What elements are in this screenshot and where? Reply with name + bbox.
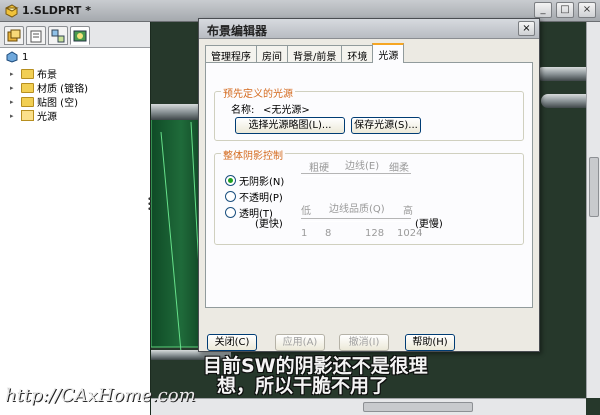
light-name-value: <无光源> — [263, 105, 310, 116]
edge-soft-label: 细柔 — [389, 163, 409, 174]
watermark: http://CAxHome.com — [5, 385, 196, 406]
help-button[interactable]: 帮助(H) — [405, 334, 455, 351]
tree-root-label: 1 — [22, 51, 29, 63]
edge-quality-slider[interactable] — [301, 218, 411, 222]
faster-label: (更快) — [255, 219, 283, 230]
feature-manager-tabs — [0, 22, 150, 48]
quality-tick-1024: 1024 — [397, 228, 423, 239]
dialog-tabs: 管理程序 房间 背景/前景 环境 光源 — [205, 43, 405, 63]
dialog-title: 布景编辑器 — [207, 24, 268, 38]
display-manager-icon — [73, 30, 87, 42]
horizontal-scroll-thumb[interactable] — [363, 402, 473, 412]
dialog-close-button[interactable]: × — [518, 21, 535, 36]
radio-opaque[interactable]: 不透明(P) — [225, 189, 283, 204]
folder-icon — [21, 96, 34, 107]
folder-icon — [21, 82, 34, 93]
tab-lights[interactable]: 光源 — [372, 43, 405, 63]
save-light-button[interactable]: 保存光源(S)... — [351, 117, 421, 134]
predefined-lights-group: 预先定义的光源 名称: <无光源> 选择光源略图(L)... 保存光源(S)..… — [214, 85, 524, 141]
edge-quality-label: 边线品质(Q) — [329, 204, 385, 215]
edge-hard-label: 粗硬 — [309, 163, 329, 174]
horizontal-scrollbar[interactable] — [151, 398, 586, 415]
tree-item-material[interactable]: ▸ 材质 (镀铬) — [10, 80, 88, 95]
expand-icon[interactable]: ▸ — [10, 84, 18, 92]
tree-item-scene[interactable]: ▸ 布景 — [10, 66, 57, 81]
part-icon — [6, 51, 18, 63]
radio-no-shadow[interactable]: 无阴影(N) — [225, 173, 284, 188]
property-manager-tab[interactable] — [26, 26, 46, 45]
expand-icon[interactable]: ▸ — [10, 112, 18, 120]
undo-button[interactable]: 撤消(I) — [339, 334, 389, 351]
tree-item-lights[interactable]: ▸ 光源 — [10, 108, 57, 123]
quality-high-label: 高 — [403, 206, 413, 217]
predefined-lights-label: 预先定义的光源 — [221, 85, 295, 100]
folder-icon — [21, 68, 34, 79]
display-manager-tab[interactable] — [70, 26, 90, 45]
radio-dot — [225, 175, 236, 186]
expand-icon[interactable]: ▸ — [10, 70, 18, 78]
tab-room[interactable]: 房间 — [256, 45, 288, 63]
scene-editor-dialog: 布景编辑器 × 管理程序 房间 背景/前景 环境 光源 预先定义的光源 名称: … — [198, 18, 540, 352]
quality-tick-1: 1 — [301, 228, 308, 239]
radio-dot — [225, 207, 236, 218]
maximize-button[interactable]: □ — [556, 2, 574, 18]
configuration-manager-icon — [51, 29, 65, 43]
tree-item-label: 贴图 (空) — [37, 98, 78, 109]
dialog-titlebar: 布景编辑器 × — [199, 19, 539, 39]
minimize-button[interactable]: _ — [534, 2, 552, 18]
feature-tree: 1 ▸ 布景 ▸ 材质 (镀铬) ▸ 贴图 (空) ▸ 光源 — [0, 48, 150, 415]
edge-label: 边线(E) — [345, 161, 380, 172]
tab-manager[interactable]: 管理程序 — [205, 45, 257, 63]
tab-environment[interactable]: 环境 — [341, 45, 374, 63]
light-icon — [21, 110, 34, 121]
lights-tab-panel: 预先定义的光源 名称: <无光源> 选择光源略图(L)... 保存光源(S)..… — [205, 62, 533, 308]
solidworks-part-icon — [5, 4, 19, 18]
select-light-thumbnail-button[interactable]: 选择光源略图(L)... — [235, 117, 345, 134]
quality-low-label: 低 — [301, 206, 311, 217]
feature-tree-icon — [7, 29, 21, 42]
global-shadow-group: 整体阴影控制 粗硬 边线(E) 细柔 无阴影(N) 不透明(P) 透明(T) 低… — [214, 147, 524, 245]
light-name-label: 名称: — [231, 105, 255, 116]
feature-manager-pane: 1 ▸ 布景 ▸ 材质 (镀铬) ▸ 贴图 (空) ▸ 光源 — [0, 22, 150, 415]
tab-background[interactable]: 背景/前景 — [287, 45, 343, 63]
tree-item-label: 布景 — [37, 70, 57, 81]
expand-icon[interactable]: ▸ — [10, 98, 18, 106]
close-button[interactable]: 关闭(C) — [207, 334, 257, 351]
quality-tick-8: 8 — [325, 228, 332, 239]
close-window-button[interactable]: × — [578, 2, 596, 18]
tree-item-label: 光源 — [37, 112, 57, 123]
vertical-scroll-thumb[interactable] — [589, 157, 599, 217]
configuration-manager-tab[interactable] — [48, 26, 68, 45]
property-manager-icon — [30, 30, 42, 43]
caption-overlay: 目前SW的阴影还不是很理 想，所以干脆不用了 — [203, 356, 543, 396]
apply-button[interactable]: 应用(A) — [275, 334, 325, 351]
vertical-scrollbar[interactable] — [586, 22, 600, 398]
radio-opaque-label: 不透明(P) — [239, 193, 283, 204]
global-shadow-label: 整体阴影控制 — [221, 147, 285, 162]
edge-slider[interactable] — [301, 173, 411, 177]
radio-dot — [225, 191, 236, 202]
feature-tree-tab[interactable] — [4, 26, 24, 45]
window-title: 1.SLDPRT * — [22, 4, 92, 17]
tree-root[interactable]: 1 — [6, 51, 28, 63]
caption-line-2: 想，所以干脆不用了 — [217, 375, 389, 397]
radio-no-shadow-label: 无阴影(N) — [239, 177, 285, 188]
quality-tick-128: 128 — [365, 228, 385, 239]
tree-item-label: 材质 (镀铬) — [37, 84, 88, 95]
tree-item-decal[interactable]: ▸ 贴图 (空) — [10, 94, 78, 109]
caption-line-1: 目前SW的阴影还不是很理 — [203, 355, 428, 377]
